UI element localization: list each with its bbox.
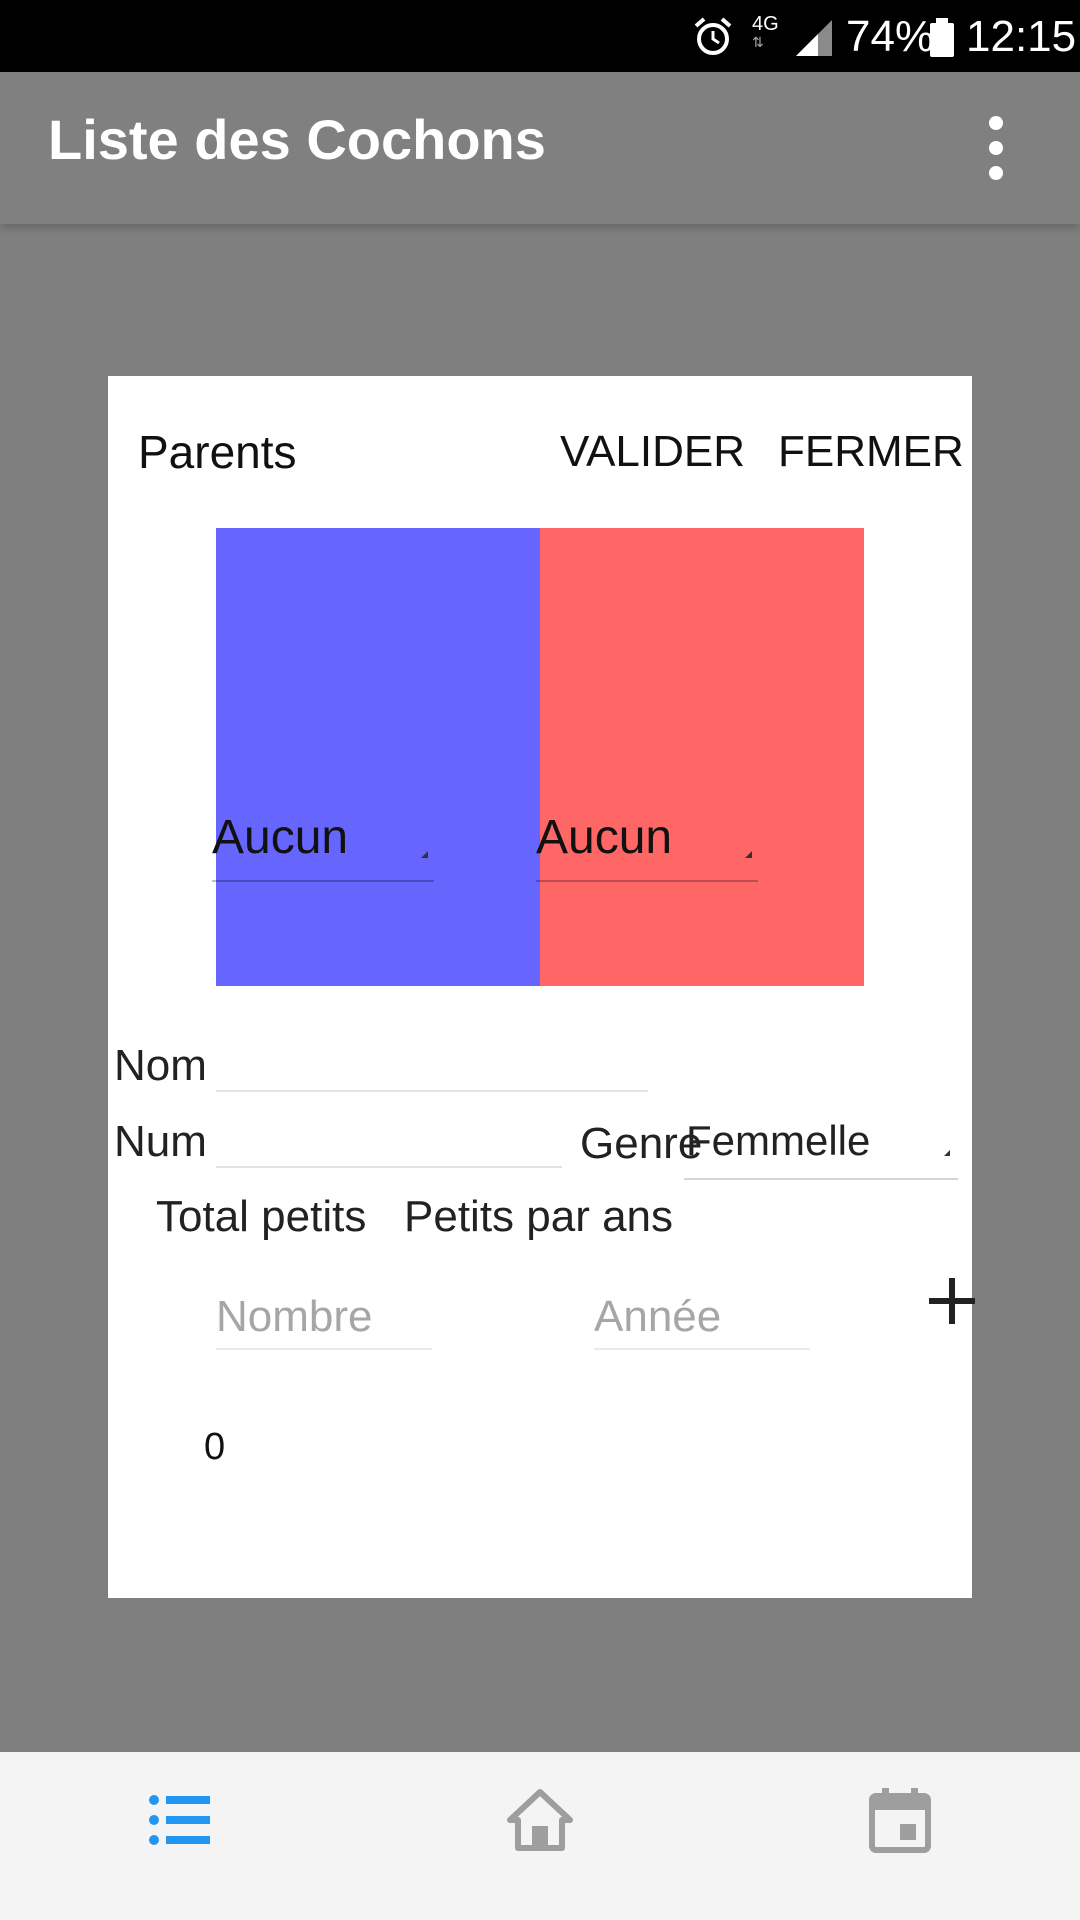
network-4g-icon: 4G ⇅ [752,13,779,50]
plus-icon [929,1278,975,1324]
app-title: Liste des Cochons [48,108,546,171]
app-bar: Liste des Cochons [0,72,1080,224]
nav-item-calendar[interactable] [720,1752,1080,1920]
add-button[interactable] [922,1264,982,1338]
petits-par-ans-label: Petits par ans [404,1192,674,1241]
clock: 12:15 [966,12,1077,61]
dropdown-caret-icon [745,851,752,858]
parents-dialog: Parents VALIDER FERMER Aucun Aucun Nom N… [108,376,975,1598]
signal-icon [796,20,832,56]
nav-item-list[interactable] [0,1752,360,1920]
network-label: 4G [752,13,779,35]
num-input[interactable] [216,1110,562,1168]
battery-icon [930,18,954,57]
nombre-input[interactable] [216,1286,432,1350]
mother-value: Aucun [536,811,673,864]
calendar-icon [869,1788,931,1853]
nom-input[interactable] [216,1034,648,1092]
dropdown-caret-icon [421,851,428,858]
father-value: Aucun [212,811,349,864]
nav-item-home[interactable] [360,1752,720,1920]
close-button[interactable]: FERMER [778,424,964,480]
genre-value: Femmelle [686,1117,871,1164]
validate-button[interactable]: VALIDER [560,424,745,480]
father-spinner[interactable]: Aucun [212,810,434,882]
total-petits-label: Total petits [156,1192,367,1241]
parents-selector: Aucun Aucun [212,528,864,986]
dropdown-caret-icon [944,1150,950,1156]
annee-input[interactable] [594,1286,810,1350]
mother-spinner[interactable]: Aucun [536,810,758,882]
home-icon [507,1789,573,1851]
genre-spinner[interactable]: Femmelle [684,1110,958,1180]
battery-percent: 74% [846,12,935,61]
dialog-title: Parents [138,426,297,478]
total-petits-value: 0 [204,1426,226,1468]
bottom-navigation [0,1752,1080,1920]
list-icon [149,1795,210,1845]
father-panel: Aucun [212,528,540,986]
nom-label: Nom [114,1041,207,1090]
num-label: Num [114,1117,207,1166]
more-vert-icon[interactable] [976,110,1016,186]
status-bar: 4G ⇅ 74% 12:15 [0,0,1080,72]
mother-panel: Aucun [536,528,864,986]
alarm-icon [694,17,732,55]
